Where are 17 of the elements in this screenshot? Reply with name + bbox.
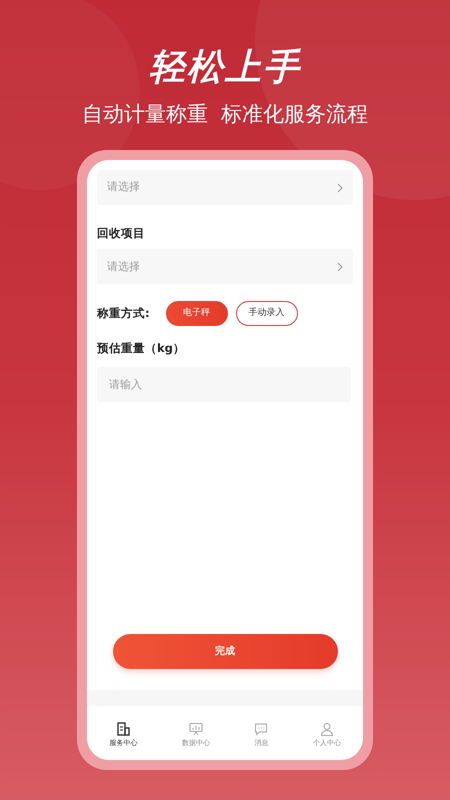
chevron-icon	[337, 182, 343, 192]
select-field[interactable]: 请选择	[97, 249, 353, 284]
headline: 轻松上手	[149, 50, 301, 86]
field-label: 称重方式:	[97, 305, 150, 322]
chat-icon	[254, 722, 268, 736]
weight-input[interactable]: 请输入	[97, 366, 351, 402]
monitor-icon	[188, 722, 203, 736]
field-label: 预估重量（kg）	[97, 340, 186, 358]
submit-button[interactable]: 完成	[112, 634, 338, 668]
field-label: 回收项目	[97, 225, 146, 242]
chevron-icon	[337, 262, 343, 272]
method-toggle[interactable]: 手动录入	[236, 301, 298, 326]
method-toggle[interactable]: 电子秤	[166, 301, 228, 326]
building-icon	[116, 722, 130, 736]
person-icon	[320, 722, 334, 736]
subtitle: 自动计量称重 标准化服务流程	[82, 104, 368, 125]
select-field[interactable]: 请选择	[97, 170, 353, 205]
